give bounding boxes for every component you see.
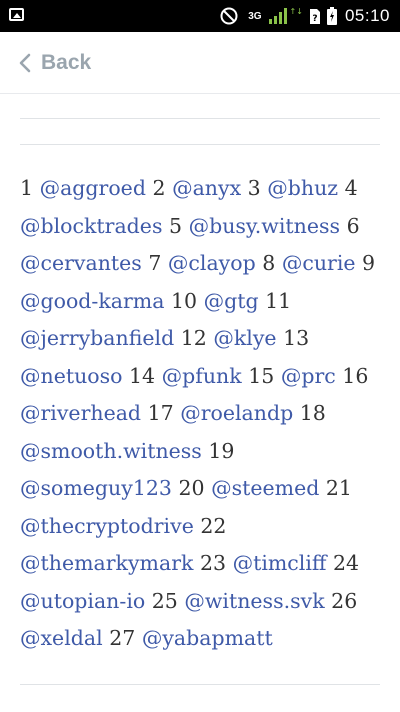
witness-link[interactable]: @smooth.witness (20, 439, 202, 463)
witness-link[interactable]: @roelandp (180, 401, 293, 425)
witness-link[interactable]: @gtg (204, 289, 259, 313)
witness-link[interactable]: @thecryptodrive (20, 514, 194, 538)
witness-link[interactable]: @klye (213, 326, 276, 350)
witness-rank: 18 (299, 401, 326, 425)
witness-rank: 26 (331, 588, 358, 613)
signal-icon (268, 8, 287, 24)
witness-rank: 3 (247, 176, 261, 200)
witness-rank: 8 (262, 251, 276, 275)
network-type: 3G (248, 10, 262, 22)
witness-link[interactable]: @busy.witness (189, 214, 340, 238)
witness-link[interactable]: @witness.svk (184, 589, 324, 613)
witness-link[interactable]: @bhuz (267, 176, 338, 200)
witness-link[interactable]: @netuoso (20, 364, 122, 388)
do-not-disturb-icon (220, 7, 238, 25)
clock: 05:10 (344, 6, 390, 25)
witness-rank: 15 (248, 363, 275, 388)
data-activity-icon: ↑↓ (289, 6, 303, 16)
divider (20, 144, 380, 145)
witness-link[interactable]: @themarkymark (20, 551, 193, 575)
witness-link[interactable]: @utopian-io (20, 589, 145, 613)
svg-text:?: ? (312, 14, 317, 24)
status-icons: 3G ↑↓ ? 05:10 (220, 0, 390, 32)
witness-rank: 19 (208, 438, 235, 463)
witness-rank: 5 (169, 213, 183, 238)
witness-rank: 4 (344, 176, 358, 200)
witness-rank: 16 (342, 363, 369, 388)
witness-rank: 9 (362, 251, 376, 275)
witness-rank: 21 (325, 476, 352, 500)
witness-link[interactable]: @jerrybanfield (20, 326, 174, 350)
witness-link[interactable]: @blocktrades (20, 214, 162, 238)
witness-rank: 6 (346, 213, 360, 238)
witness-rank: 12 (180, 326, 207, 350)
witness-rank: 7 (148, 251, 162, 275)
witness-rank: 10 (171, 288, 198, 313)
witness-rank: 14 (129, 363, 156, 388)
witness-link[interactable]: @xeldal (20, 626, 103, 650)
battery-icon (326, 7, 337, 25)
nav-bar: Back (0, 32, 400, 94)
gallery-icon (9, 8, 24, 21)
witness-link[interactable]: @prc (281, 364, 336, 388)
witness-link[interactable]: @riverhead (20, 401, 141, 425)
witness-rank: 1 (20, 176, 34, 200)
witness-link[interactable]: @good-karma (20, 289, 164, 313)
back-button[interactable]: Back (19, 46, 91, 80)
witness-rank: 20 (178, 476, 205, 500)
witness-link[interactable]: @steemed (211, 476, 319, 500)
divider (20, 684, 380, 685)
witness-list: 1 @aggroed 2 @anyx 3 @bhuz 4 @blocktrade… (20, 170, 385, 658)
witness-link[interactable]: @aggroed (40, 176, 146, 200)
witness-rank: 13 (283, 326, 310, 350)
witness-rank: 24 (333, 551, 360, 575)
sim-icon: ? (309, 8, 320, 24)
witness-rank: 27 (109, 626, 136, 650)
witness-link[interactable]: @clayop (168, 251, 256, 275)
divider (20, 118, 380, 119)
witness-rank: 25 (151, 588, 178, 613)
witness-rank: 22 (200, 513, 227, 538)
back-label: Back (41, 51, 92, 74)
witness-link[interactable]: @timcliff (233, 551, 327, 575)
witness-link[interactable]: @cervantes (20, 251, 142, 275)
witness-rank: 23 (199, 551, 227, 575)
witness-link[interactable]: @anyx (172, 176, 241, 200)
witness-rank: 11 (265, 288, 292, 313)
witness-rank: 17 (147, 401, 174, 425)
witness-link[interactable]: @pfunk (162, 364, 242, 388)
witness-link[interactable]: @yabapmatt (142, 626, 273, 650)
witness-rank: 2 (152, 176, 166, 200)
witness-link[interactable]: @someguy123 (20, 476, 172, 500)
status-bar: 3G ↑↓ ? 05:10 (0, 0, 400, 32)
chevron-left-icon (19, 53, 31, 73)
witness-link[interactable]: @curie (282, 251, 356, 275)
